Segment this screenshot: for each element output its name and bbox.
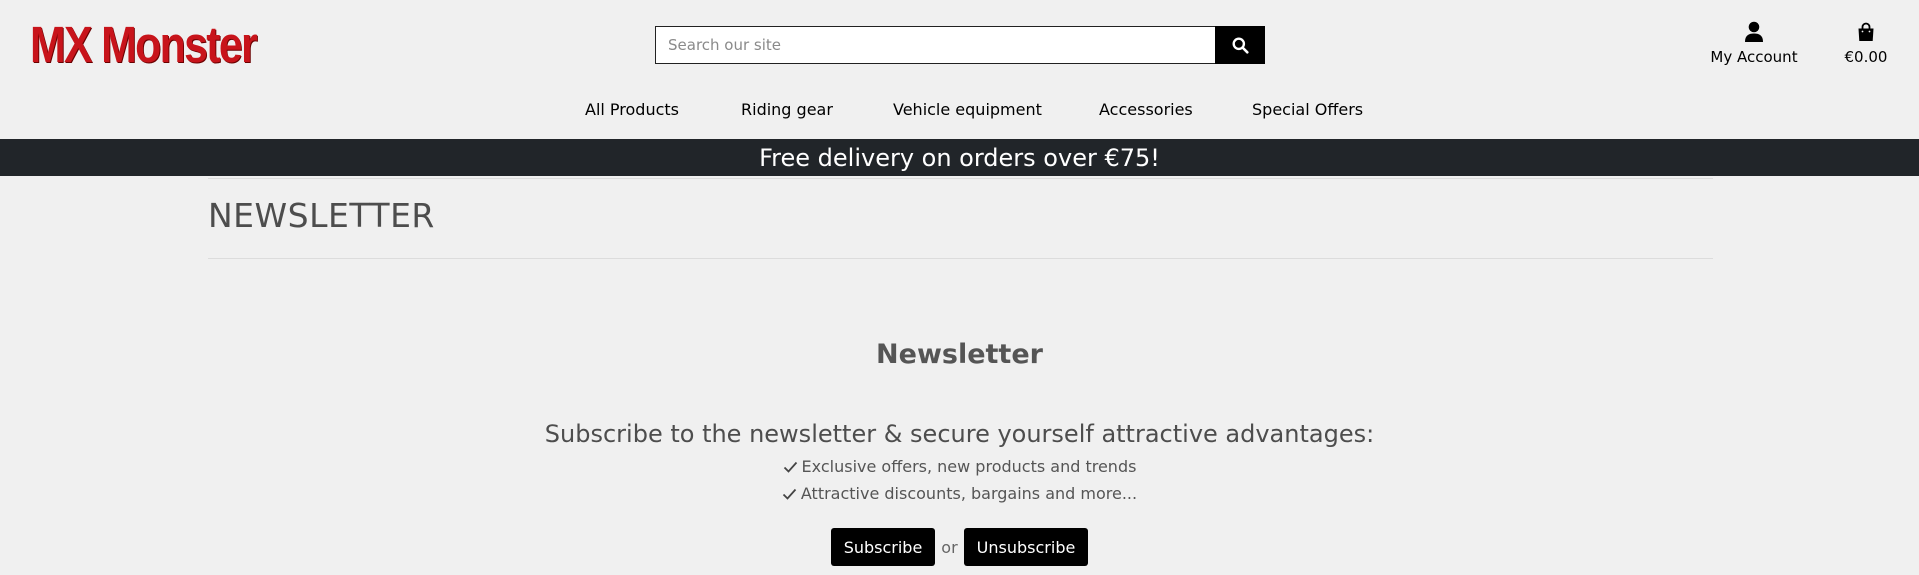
page-title: NEWSLETTER (208, 196, 435, 235)
search-form (655, 26, 1265, 64)
subscribe-button[interactable]: Subscribe (830, 528, 936, 566)
divider (208, 258, 1713, 259)
divider (208, 178, 1713, 179)
newsletter-heading: Newsletter (876, 339, 1043, 370)
benefits-list: Exclusive offers, new products and trend… (0, 456, 1919, 510)
unsubscribe-button[interactable]: Unsubscribe (963, 528, 1089, 566)
cart-total: €0.00 (1844, 48, 1888, 66)
my-account-label: My Account (1710, 48, 1798, 66)
benefit-text: Exclusive offers, new products and trend… (801, 457, 1137, 476)
nav-item-vehicle-equipment[interactable]: Vehicle equipment (893, 100, 1042, 119)
user-icon (1745, 21, 1763, 42)
list-item: Exclusive offers, new products and trend… (0, 456, 1919, 483)
my-account-link[interactable]: My Account (1700, 20, 1808, 66)
search-icon (1232, 37, 1249, 54)
nav-item-all-products[interactable]: All Products (585, 100, 679, 119)
search-button[interactable] (1215, 26, 1265, 64)
shopping-bag-icon (1858, 22, 1874, 41)
free-delivery-banner: Free delivery on orders over €75! (0, 139, 1919, 176)
nav-item-riding-gear[interactable]: Riding gear (741, 100, 833, 119)
list-item: Attractive discounts, bargains and more.… (0, 483, 1919, 510)
newsletter-subtitle: Subscribe to the newsletter & secure you… (544, 420, 1375, 448)
search-input[interactable] (655, 26, 1215, 64)
nav-item-special-offers[interactable]: Special Offers (1252, 100, 1363, 119)
main-nav: All Products Riding gear Vehicle equipme… (0, 100, 1919, 122)
check-icon (782, 488, 797, 500)
or-text: or (941, 537, 958, 557)
benefit-text: Attractive discounts, bargains and more.… (800, 484, 1138, 503)
cart-link[interactable]: €0.00 (1838, 20, 1894, 66)
logo-text: MX Monster (30, 15, 258, 73)
check-icon (783, 461, 797, 473)
nav-item-accessories[interactable]: Accessories (1099, 100, 1193, 119)
site-logo[interactable]: MX Monster (30, 14, 299, 74)
newsletter-actions: Subscribe or Unsubscribe (0, 528, 1919, 566)
